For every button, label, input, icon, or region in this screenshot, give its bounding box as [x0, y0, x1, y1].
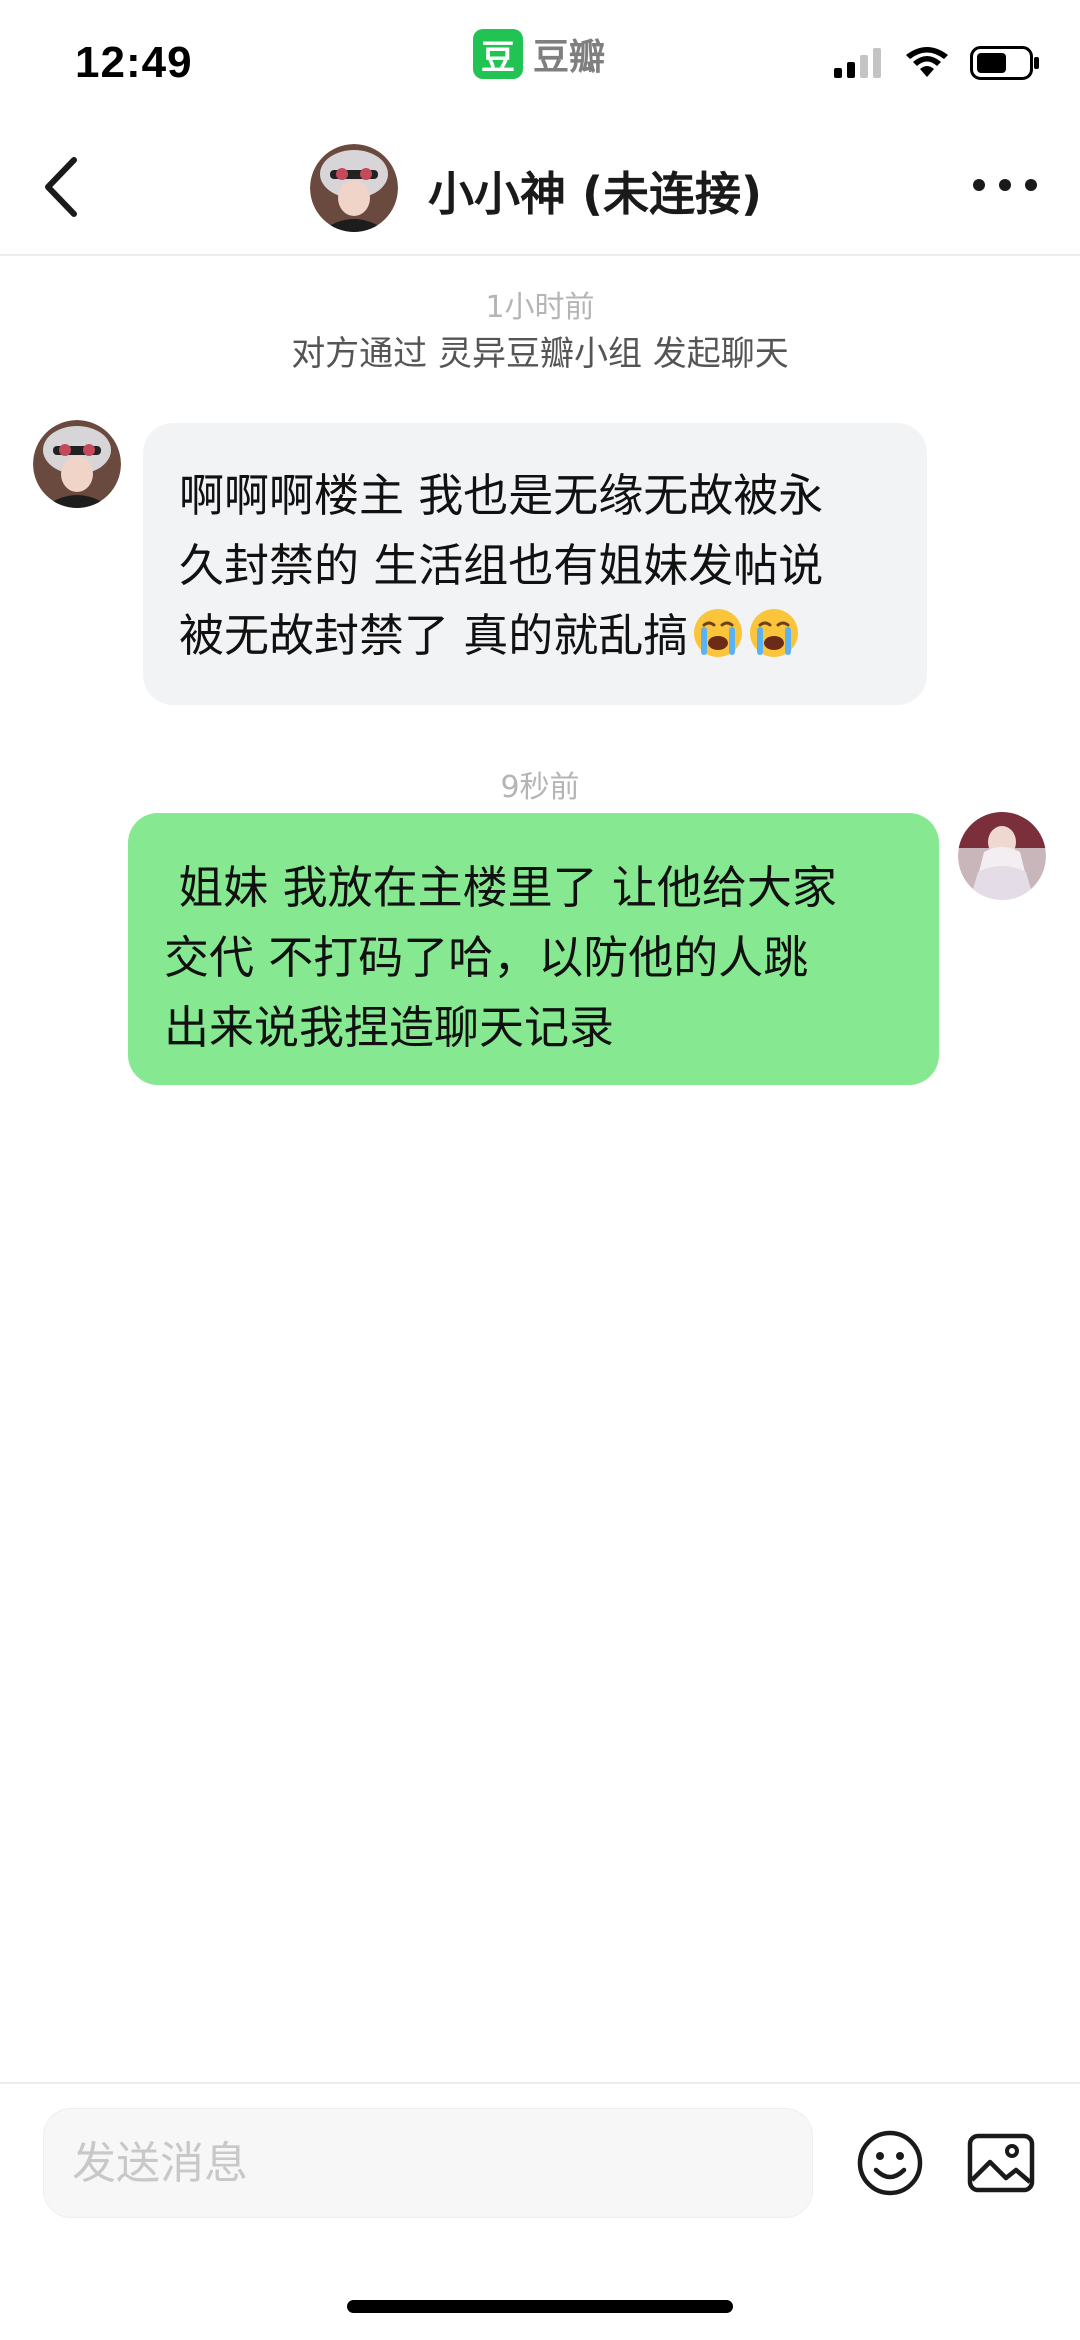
- message-timestamp: 9秒前: [500, 770, 580, 805]
- app-logo: 豆 豆瓣: [473, 28, 605, 80]
- system-timestamp: 1小时前: [485, 290, 595, 325]
- system-message: 对方通过 灵异豆瓣小组 发起聊天: [291, 334, 789, 374]
- status-icons: [834, 46, 1040, 80]
- app-name: 豆瓣: [533, 37, 606, 78]
- contact-avatar[interactable]: [310, 144, 398, 232]
- user-avatar[interactable]: [958, 812, 1046, 900]
- incoming-message-bubble[interactable]: 啊啊啊楼主 我也是无缘无故被永 久封禁的 生活组也有姐妹发帖说 被无故封禁了 真…: [143, 423, 927, 705]
- status-time: 12:49: [75, 38, 193, 87]
- more-horizontal-icon[interactable]: [970, 160, 1040, 210]
- loudly-crying-face-icon: [694, 609, 743, 657]
- message-line: 啊啊啊楼主 我也是无缘无故被永: [179, 469, 824, 522]
- message-line: 被无故封禁了 真的就乱搞: [179, 609, 689, 662]
- contact-message-avatar[interactable]: [33, 420, 121, 508]
- battery-icon: [970, 46, 1039, 80]
- image-icon[interactable]: [966, 2130, 1036, 2196]
- wifi-icon: [906, 47, 948, 77]
- message-line: 姐妹 我放在主楼里了 让他给大家: [164, 861, 837, 914]
- message-line: 出来说我捏造聊天记录: [164, 1001, 615, 1054]
- message-input[interactable]: [43, 2108, 813, 2218]
- loudly-crying-face-icon: [750, 609, 799, 657]
- chat-title: 小小神 (未连接): [428, 167, 763, 221]
- chat-header: 小小神 (未连接): [0, 120, 1080, 256]
- home-indicator[interactable]: [347, 2300, 733, 2313]
- status-bar: 12:49 豆 豆瓣: [0, 0, 1080, 120]
- message-line-with-emoji: 被无故封禁了 真的就乱搞: [179, 601, 891, 671]
- chevron-left-icon[interactable]: [30, 152, 100, 222]
- message-line: 交代 不打码了哈，以防他的人跳: [164, 931, 809, 984]
- outgoing-message-bubble[interactable]: 姐妹 我放在主楼里了 让他给大家 交代 不打码了哈，以防他的人跳 出来说我捏造聊…: [128, 813, 939, 1085]
- douban-logo-icon: 豆: [473, 29, 523, 79]
- message-line: 久封禁的 生活组也有姐妹发帖说: [179, 539, 824, 592]
- emoji-smile-icon[interactable]: [855, 2128, 925, 2198]
- cellular-signal-icon: [834, 48, 881, 78]
